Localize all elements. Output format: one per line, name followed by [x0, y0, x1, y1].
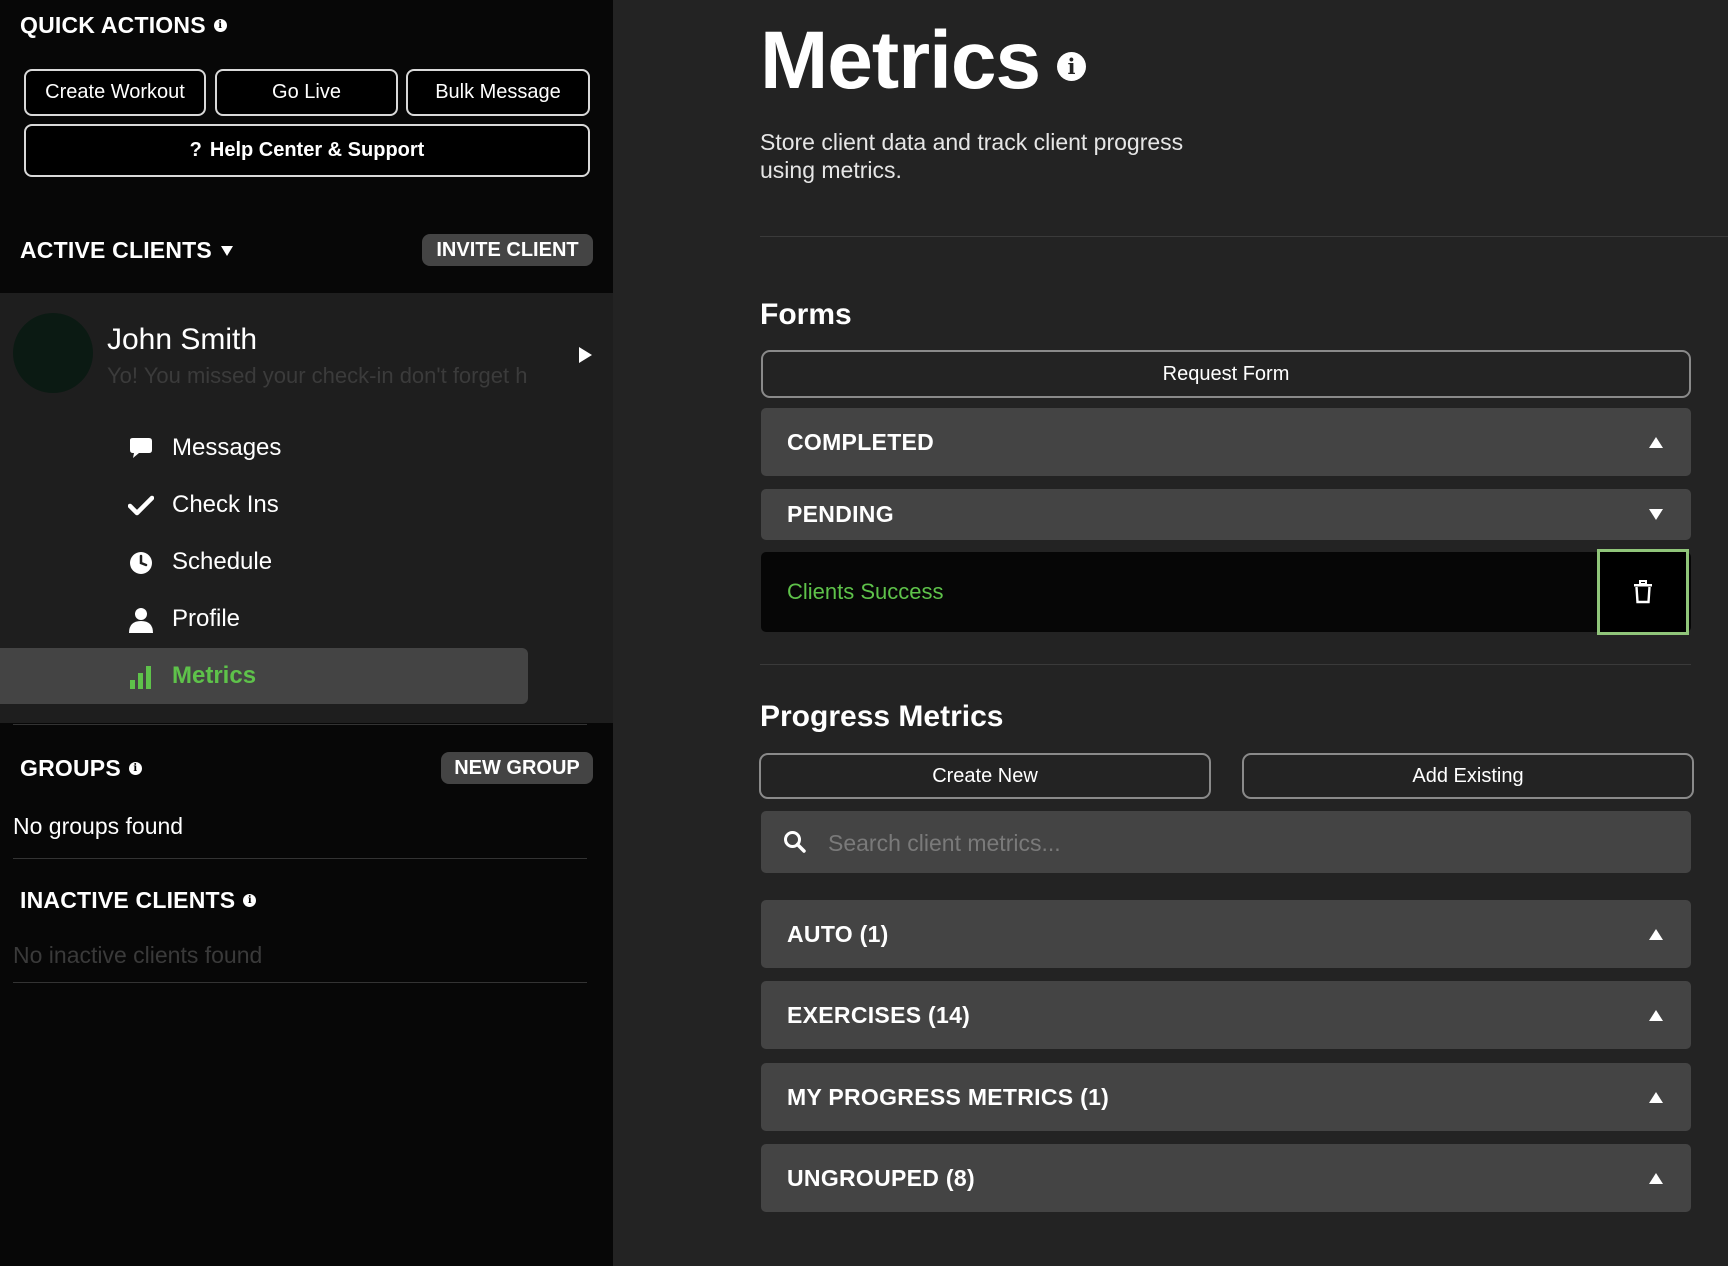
- check-icon: [128, 495, 154, 516]
- caret-up-icon: [1649, 1009, 1663, 1021]
- sidebar: QUICK ACTIONS i Create Workout Go Live B…: [0, 0, 613, 1266]
- create-workout-button[interactable]: Create Workout: [24, 69, 206, 116]
- group-label: MY PROGRESS METRICS (1): [787, 1083, 1110, 1110]
- section-label: PENDING: [787, 501, 894, 527]
- groups-title: GROUPS: [20, 755, 121, 781]
- expand-arrow-icon[interactable]: [579, 347, 592, 363]
- help-center-label: Help Center & Support: [209, 139, 425, 161]
- help-center-button[interactable]: ? Help Center & Support: [24, 124, 590, 177]
- avatar[interactable]: [13, 313, 93, 393]
- inactive-empty-text: No inactive clients found: [13, 942, 263, 968]
- nav-label: Schedule: [172, 548, 273, 575]
- new-group-button[interactable]: NEW GROUP: [441, 752, 593, 784]
- caret-down-icon: [220, 245, 233, 256]
- delete-form-button[interactable]: [1597, 549, 1689, 635]
- pending-section-toggle[interactable]: PENDING: [761, 489, 1691, 540]
- quick-actions-heading: QUICK ACTIONS i: [20, 12, 227, 39]
- trash-icon: [1634, 580, 1652, 604]
- nav-item-messages[interactable]: Messages: [0, 420, 528, 476]
- search-icon: [784, 831, 806, 853]
- caret-up-icon: [1649, 436, 1663, 448]
- inactive-clients-title: INACTIVE CLIENTS: [20, 887, 236, 913]
- client-panel: John Smith Yo! You missed your check-in …: [0, 293, 613, 723]
- metric-group-toggle[interactable]: EXERCISES (14): [761, 981, 1691, 1049]
- client-last-message: Yo! You missed your check-in don't forge…: [107, 363, 528, 388]
- groups-empty-text: No groups found: [13, 813, 184, 839]
- section-label: COMPLETED: [787, 428, 935, 455]
- nav-item-profile[interactable]: Profile: [0, 591, 528, 647]
- info-icon[interactable]: i: [1057, 52, 1086, 81]
- quick-actions-title: QUICK ACTIONS: [20, 12, 206, 38]
- nav-item-metrics[interactable]: Metrics: [0, 648, 528, 704]
- client-name[interactable]: John Smith: [107, 323, 257, 357]
- active-clients-title: ACTIVE CLIENTS: [20, 237, 212, 263]
- form-name[interactable]: Clients Success: [787, 579, 944, 605]
- nav-label: Metrics: [172, 662, 257, 689]
- divider: [760, 236, 1728, 237]
- form-list-item[interactable]: Clients Success: [761, 549, 1691, 635]
- add-existing-metric-button[interactable]: Add Existing: [1242, 753, 1694, 799]
- nav-label: Profile: [172, 605, 241, 632]
- group-label: AUTO (1): [787, 920, 889, 947]
- caret-up-icon: [1649, 1091, 1663, 1103]
- create-new-metric-button[interactable]: Create New: [759, 753, 1211, 799]
- metric-search: [761, 811, 1691, 873]
- info-icon[interactable]: i: [213, 19, 227, 32]
- divider: [760, 664, 1691, 665]
- nav-label: Check Ins: [172, 491, 279, 518]
- inactive-clients-heading: INACTIVE CLIENTS i: [20, 887, 257, 914]
- caret-up-icon: [1649, 1172, 1663, 1184]
- completed-section-toggle[interactable]: COMPLETED: [761, 408, 1691, 476]
- go-live-button[interactable]: Go Live: [215, 69, 398, 116]
- divider: [13, 982, 587, 983]
- request-form-button[interactable]: Request Form: [761, 350, 1691, 398]
- progress-metrics-heading: Progress Metrics: [760, 700, 1004, 733]
- search-input[interactable]: [826, 825, 1650, 861]
- page-title: Metrics: [760, 15, 1041, 106]
- group-label: UNGROUPED (8): [787, 1164, 975, 1191]
- caret-up-icon: [1649, 928, 1663, 940]
- forms-heading: Forms: [760, 298, 852, 331]
- metric-group-toggle[interactable]: AUTO (1): [761, 900, 1691, 968]
- invite-client-button[interactable]: INVITE CLIENT: [422, 234, 593, 266]
- question-icon: ?: [189, 139, 202, 161]
- page-subtitle: Store client data and track client progr…: [760, 129, 1184, 183]
- chat-icon: [130, 438, 152, 458]
- active-clients-dropdown[interactable]: ACTIVE CLIENTS: [20, 237, 234, 264]
- nav-item-schedule[interactable]: Schedule: [0, 534, 528, 590]
- divider: [13, 724, 587, 725]
- bar-chart-icon: [130, 666, 151, 689]
- group-label: EXERCISES (14): [787, 1001, 971, 1028]
- nav-item-check-ins[interactable]: Check Ins: [0, 477, 528, 533]
- bulk-message-button[interactable]: Bulk Message: [406, 69, 590, 116]
- info-icon[interactable]: i: [128, 762, 142, 775]
- user-icon: [129, 608, 153, 633]
- divider: [13, 858, 587, 859]
- metric-group-toggle[interactable]: MY PROGRESS METRICS (1): [761, 1063, 1691, 1131]
- metric-group-toggle[interactable]: UNGROUPED (8): [761, 1144, 1691, 1212]
- groups-heading: GROUPS i: [20, 755, 142, 782]
- main-content: Metrics i Store client data and track cl…: [613, 0, 1728, 1266]
- caret-down-icon: [1649, 509, 1663, 520]
- clock-icon: [130, 552, 152, 574]
- nav-label: Messages: [172, 434, 282, 461]
- info-icon[interactable]: i: [243, 894, 257, 907]
